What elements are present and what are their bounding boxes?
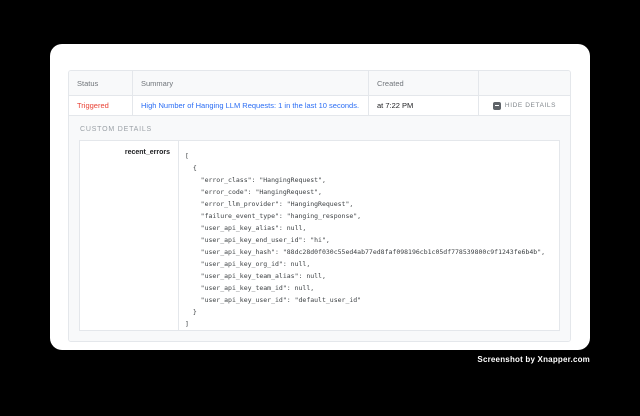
recent-errors-json: [ { "error_class": "HangingRequest", "er… bbox=[179, 141, 559, 330]
alert-summary-link[interactable]: High Number of Hanging LLM Requests: 1 i… bbox=[132, 96, 368, 115]
xnapper-watermark: Screenshot by Xnapper.com bbox=[477, 355, 590, 364]
alert-table-row: Triggered High Number of Hanging LLM Req… bbox=[69, 96, 570, 116]
table-header-row: Status Summary Created bbox=[69, 71, 570, 96]
column-header-summary: Summary bbox=[132, 71, 368, 95]
custom-details-panel: recent_errors [ { "error_class": "Hangin… bbox=[79, 140, 560, 331]
alert-details-card: Status Summary Created Triggered High Nu… bbox=[50, 44, 590, 350]
column-header-actions bbox=[478, 71, 570, 95]
hide-details-button[interactable]: HIDE DETAILS bbox=[493, 102, 556, 110]
column-header-status: Status bbox=[69, 71, 132, 95]
status-badge: Triggered bbox=[69, 96, 132, 115]
recent-errors-key: recent_errors bbox=[80, 141, 179, 330]
column-header-created: Created bbox=[368, 71, 478, 95]
created-time: at 7:22 PM bbox=[368, 96, 478, 115]
custom-details-heading: CUSTOM DETAILS bbox=[80, 126, 560, 133]
hide-details-label: HIDE DETAILS bbox=[505, 102, 556, 109]
actions-cell: HIDE DETAILS bbox=[478, 96, 570, 115]
alerts-table: Status Summary Created Triggered High Nu… bbox=[68, 70, 571, 342]
collapse-minus-icon bbox=[493, 102, 501, 110]
details-expanded-row: CUSTOM DETAILS recent_errors [ { "error_… bbox=[69, 116, 570, 341]
